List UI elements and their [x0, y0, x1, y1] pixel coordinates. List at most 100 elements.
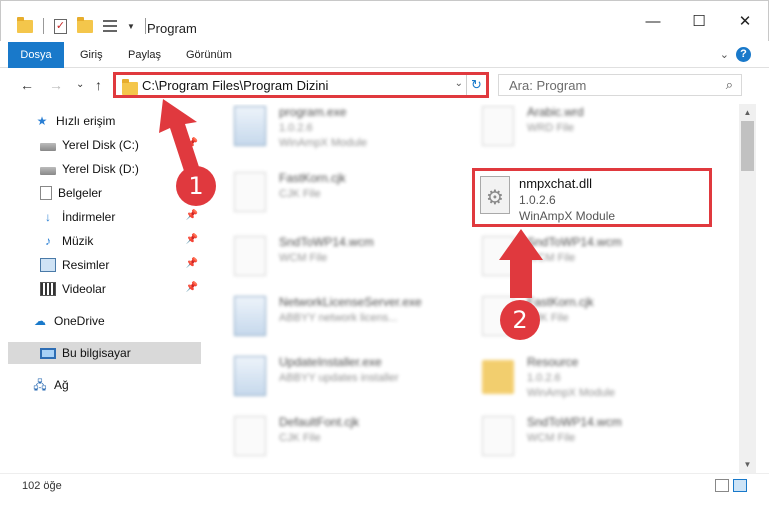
help-icon[interactable]: ? [736, 47, 751, 62]
chevron-down-icon[interactable]: ▼ [127, 22, 135, 31]
recent-locations-icon[interactable]: ⌄ [76, 79, 84, 90]
file-name: FastKorn.cjk [527, 295, 594, 309]
ribbon-tabs: Dosya Giriş Paylaş Görünüm ⌄ ? [0, 42, 769, 68]
search-placeholder: Ara: Program [509, 78, 587, 93]
pin-icon: 📌 [185, 258, 198, 269]
tab-file[interactable]: Dosya [8, 42, 64, 68]
up-button[interactable]: ↑ [95, 77, 102, 93]
list-item[interactable]: SndToWP14.wcm WCM File [464, 408, 704, 464]
minimize-button[interactable]: — [630, 8, 676, 36]
file-name: FastKorn.cjk [279, 171, 346, 185]
file-list: program.exe 1.0.2.6 WinAmpX Module Arabi… [210, 104, 739, 473]
file-icon [482, 236, 514, 276]
refresh-button[interactable]: ↻ [466, 75, 486, 95]
sidebar-item-label: Resimler [62, 258, 110, 272]
file-icon [234, 236, 266, 276]
scrollbar-thumb[interactable] [741, 121, 754, 171]
sidebar-item-quick-access[interactable]: ★ Hızlı erişim [0, 110, 201, 132]
sidebar-item-onedrive[interactable]: ☁ OneDrive [0, 310, 201, 332]
computer-icon [40, 347, 56, 359]
sidebar-item-local-disk-d[interactable]: Yerel Disk (D:) [0, 158, 201, 180]
address-bar[interactable]: C:\Program Files\Program Dizini ⌄ ↻ [113, 72, 489, 98]
scroll-down-icon[interactable]: ▼ [739, 456, 756, 473]
divider [43, 18, 44, 34]
tiles-view-icon[interactable] [733, 479, 747, 492]
list-item[interactable]: Arabic.wrd WRD File [464, 104, 704, 154]
sidebar-item-music[interactable]: ♪ Müzik 📌 [0, 230, 201, 252]
search-input[interactable]: Ara: Program ⌕ [498, 74, 742, 96]
item-count: 102 öğe [22, 480, 62, 492]
file-version: 1.0.2.6 [519, 193, 556, 207]
file-name: SndToWP14.wcm [279, 235, 374, 249]
tab-view[interactable]: Görünüm [186, 42, 232, 68]
list-item[interactable]: DefaultFont.cjk CJK File [216, 408, 456, 464]
exe-icon [234, 106, 266, 146]
folder-icon[interactable] [17, 16, 33, 33]
file-name: Arabic.wrd [527, 105, 584, 119]
file-icon [482, 416, 514, 456]
ribbon-collapse-icon[interactable]: ⌄ [720, 48, 729, 61]
forward-button[interactable]: → [49, 77, 63, 93]
sidebar-item-label: Videolar [62, 282, 106, 296]
status-bar: 102 öğe [0, 473, 769, 507]
new-folder-icon[interactable] [77, 16, 93, 33]
close-button[interactable]: ✕ [722, 8, 768, 36]
properties-check-icon[interactable]: ✓ [54, 18, 67, 34]
sidebar-item-pictures[interactable]: Resimler 📌 [0, 254, 201, 276]
exe-icon [234, 296, 266, 336]
sidebar-item-videos[interactable]: Videolar 📌 [0, 278, 201, 300]
list-item[interactable]: SndToWP14.wcm WCM File [464, 228, 704, 284]
file-type: WCM File [527, 432, 576, 444]
list-item-highlighted[interactable]: nmpxchat.dll 1.0.2.6 WinAmpX Module [472, 168, 712, 227]
list-item[interactable]: SndToWP14.wcm WCM File [216, 228, 456, 284]
title-bar: ✓ ▼ Program — ☐ ✕ [0, 0, 769, 41]
address-path[interactable]: C:\Program Files\Program Dizini [142, 78, 328, 93]
sidebar-item-downloads[interactable]: ↓ İndirmeler 📌 [0, 206, 201, 228]
scroll-up-icon[interactable]: ▲ [739, 104, 756, 121]
file-icon [482, 106, 514, 146]
file-name: UpdateInstaller.exe [279, 355, 382, 369]
sidebar-item-label: Müzik [62, 234, 94, 248]
sidebar-item-local-disk-c[interactable]: Yerel Disk (C:) 📌 [0, 134, 201, 156]
file-name: SndToWP14.wcm [527, 415, 622, 429]
sidebar-item-label: İndirmeler [62, 210, 116, 224]
tab-home[interactable]: Giriş [80, 42, 103, 68]
music-icon: ♪ [45, 234, 51, 248]
documents-icon [40, 186, 52, 200]
pictures-icon [40, 258, 56, 272]
divider [144, 18, 146, 34]
address-dropdown-icon[interactable]: ⌄ [455, 78, 463, 89]
file-icon [234, 172, 266, 212]
pin-icon: 📌 [185, 210, 198, 221]
file-name: nmpxchat.dll [519, 176, 592, 191]
disk-icon [40, 166, 56, 175]
list-item[interactable]: UpdateInstaller.exe ABBYY updates instal… [216, 348, 456, 404]
details-view-icon[interactable] [715, 479, 729, 492]
pin-icon: 📌 [185, 234, 198, 245]
tab-share[interactable]: Paylaş [128, 42, 161, 68]
folder-icon [122, 79, 138, 95]
search-icon[interactable]: ⌕ [726, 77, 733, 93]
back-button[interactable]: ← [20, 77, 34, 93]
download-icon: ↓ [45, 210, 51, 224]
file-description: ABBYY updates installer [279, 372, 399, 384]
sidebar-item-documents[interactable]: Belgeler 📌 [0, 182, 201, 204]
list-item[interactable]: program.exe 1.0.2.6 WinAmpX Module [216, 104, 456, 154]
vertical-scrollbar[interactable]: ▲ ▼ [739, 104, 756, 473]
sidebar-item-network[interactable]: 🖧 Ağ [0, 374, 201, 396]
list-item[interactable]: Resource 1.0.2.6 WinAmpX Module [464, 348, 704, 404]
sidebar-item-this-pc[interactable]: Bu bilgisayar [8, 342, 201, 364]
maximize-button[interactable]: ☐ [676, 8, 722, 36]
sidebar-item-label: Ağ [54, 378, 69, 392]
quick-access-toolbar: ✓ ▼ [17, 16, 146, 34]
star-icon: ★ [36, 114, 48, 128]
sidebar-item-label: Bu bilgisayar [62, 346, 131, 360]
list-item[interactable]: FastKorn.cjk CJK File [216, 164, 456, 220]
list-item[interactable]: NetworkLicenseServer.exe ABBYY network l… [216, 288, 456, 344]
customize-icon[interactable] [103, 20, 117, 32]
file-name: DefaultFont.cjk [279, 415, 360, 429]
file-name: SndToWP14.wcm [527, 235, 622, 249]
navigation-bar: ← → ⌄ ↑ C:\Program Files\Program Dizini … [0, 68, 769, 104]
file-description: WinAmpX Module [519, 209, 616, 223]
window-title: Program [147, 21, 197, 36]
